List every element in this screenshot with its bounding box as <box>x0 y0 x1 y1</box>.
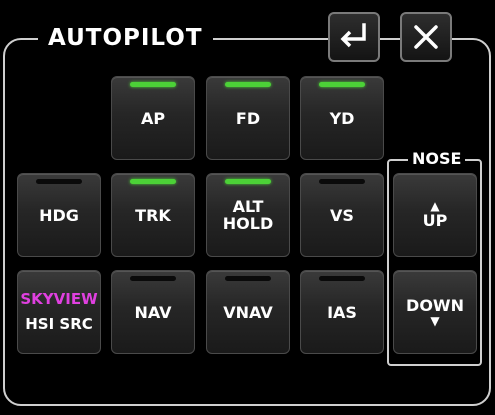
ap-label: AP <box>140 108 166 128</box>
ias-indicator-led <box>319 276 365 281</box>
enter-button[interactable] <box>328 12 380 62</box>
trk-indicator-led <box>130 179 176 184</box>
yd-label: YD <box>329 108 355 128</box>
alt-hold-indicator-led <box>225 179 271 184</box>
ap-indicator-led <box>130 82 176 87</box>
nose-up-label: UP <box>422 211 448 230</box>
nose-down-button[interactable]: DOWN ▼ <box>393 270 477 354</box>
fd-indicator-led <box>225 82 271 87</box>
close-button[interactable] <box>400 12 452 62</box>
vs-indicator-led <box>319 179 365 184</box>
vs-button[interactable]: VS <box>300 173 384 257</box>
nose-down-label: DOWN <box>406 296 464 315</box>
fd-label: FD <box>235 108 261 128</box>
page-title: AUTOPILOT <box>48 25 203 51</box>
nose-label: NOSE <box>412 149 462 168</box>
nose-label-wrap: NOSE <box>408 149 466 168</box>
alt-hold-button[interactable]: ALT HOLD <box>206 173 290 257</box>
title-wrap: AUTOPILOT <box>38 20 213 56</box>
trk-button[interactable]: TRK <box>111 173 195 257</box>
vnav-indicator-led <box>225 276 271 281</box>
skyview-label: SKYVIEW <box>20 290 98 308</box>
ias-label: IAS <box>327 302 357 322</box>
alt-hold-label-line1: ALT <box>232 197 264 216</box>
vs-label: VS <box>330 205 354 225</box>
nav-button[interactable]: NAV <box>111 270 195 354</box>
vnav-label: VNAV <box>223 302 273 322</box>
ap-button[interactable]: AP <box>111 76 195 160</box>
ias-button[interactable]: IAS <box>300 270 384 354</box>
trk-label: TRK <box>135 205 171 225</box>
autopilot-panel: AUTOPILOT AP FD YD HDG TRK ALT HOLD VS S… <box>0 0 495 415</box>
fd-button[interactable]: FD <box>206 76 290 160</box>
alt-hold-label-line2: HOLD <box>222 214 274 233</box>
nav-label: NAV <box>134 302 172 322</box>
enter-return-icon <box>340 23 366 48</box>
yd-button[interactable]: YD <box>300 76 384 160</box>
hdg-indicator-led <box>36 179 82 184</box>
hsi-source-button[interactable]: SKYVIEW HSI SRC <box>17 270 101 354</box>
hdg-button[interactable]: HDG <box>17 173 101 257</box>
nav-indicator-led <box>130 276 176 281</box>
nose-up-button[interactable]: ▲ UP <box>393 173 477 257</box>
hsi-src-label: HSI SRC <box>25 315 93 333</box>
close-x-icon <box>414 25 438 49</box>
yd-indicator-led <box>319 82 365 87</box>
vnav-button[interactable]: VNAV <box>206 270 290 354</box>
hdg-label: HDG <box>39 205 79 225</box>
down-arrow-icon: ▼ <box>430 314 440 328</box>
